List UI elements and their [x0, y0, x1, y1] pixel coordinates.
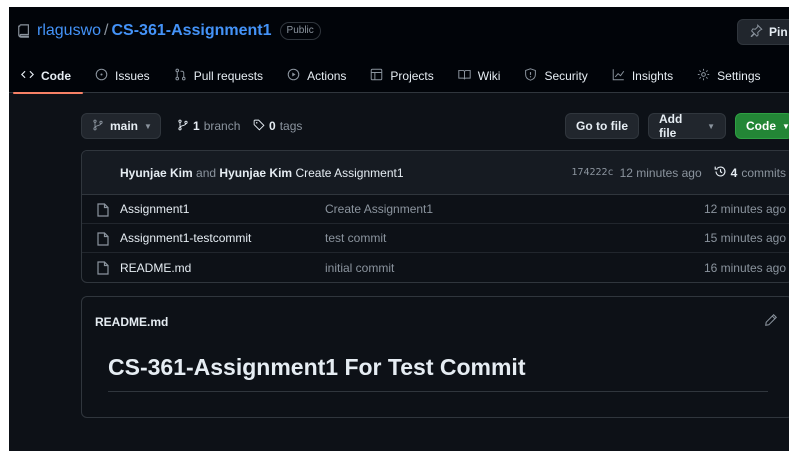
- pin-label: Pin: [769, 25, 788, 39]
- tag-count: 0: [269, 119, 276, 133]
- tag-word: tags: [279, 119, 303, 133]
- commit-message[interactable]: Create Assignment1: [295, 166, 403, 180]
- pin-button[interactable]: Pin: [737, 19, 789, 45]
- tags-link[interactable]: 0 tags: [253, 113, 302, 139]
- tab-code[interactable]: Code: [9, 59, 83, 94]
- gear-icon: [697, 68, 710, 84]
- file-commit-message[interactable]: initial commit: [325, 261, 394, 275]
- go-to-file-button[interactable]: Go to file: [565, 113, 639, 139]
- file-commit-message[interactable]: Create Assignment1: [325, 202, 433, 216]
- commit-time: 12 minutes ago: [619, 165, 702, 180]
- tab-projects[interactable]: Projects: [358, 59, 445, 93]
- branch-icon: [92, 119, 104, 134]
- commits-history-link[interactable]: 4 commits: [714, 165, 786, 181]
- history-icon: [714, 165, 727, 181]
- pull-request-icon: [174, 68, 187, 84]
- commit-sha[interactable]: 174222c: [571, 167, 613, 178]
- repo-tabs: Code Issues Pull requests Actions Projec…: [9, 59, 773, 94]
- book-icon: [458, 68, 471, 84]
- tab-pull-requests[interactable]: Pull requests: [162, 59, 275, 93]
- code-button[interactable]: Code ▼: [735, 113, 789, 139]
- file-list: Hyunjae Kim and Hyunjae Kim Create Assig…: [81, 150, 789, 283]
- repo-header: rlaguswo / CS-361-Assignment1 Public Pin…: [9, 7, 789, 94]
- file-name-link[interactable]: Assignment1-testcommit: [120, 231, 251, 245]
- tab-actions[interactable]: Actions: [275, 59, 358, 93]
- commit-coauthor[interactable]: Hyunjae Kim: [219, 166, 292, 180]
- github-window: rlaguswo / CS-361-Assignment1 Public Pin…: [9, 7, 789, 451]
- visibility-badge: Public: [279, 22, 321, 40]
- branch-word: branch: [203, 119, 241, 133]
- file-row[interactable]: Assignment1 Create Assignment1 12 minute…: [82, 195, 789, 224]
- chevron-down-icon: ▼: [144, 121, 152, 131]
- file-icon: [97, 203, 109, 217]
- readme-panel: README.md CS-361-Assignment1 For Test Co…: [81, 296, 789, 418]
- tab-label: Wiki: [477, 69, 501, 83]
- file-icon: [97, 261, 109, 275]
- tab-label: Code: [41, 69, 71, 83]
- play-icon: [287, 68, 300, 84]
- commit-author[interactable]: Hyunjae Kim: [120, 166, 193, 180]
- tab-issues[interactable]: Issues: [83, 59, 162, 93]
- pencil-icon[interactable]: [764, 313, 778, 327]
- tab-label: Settings: [717, 69, 761, 83]
- file-row[interactable]: Assignment1-testcommit test commit 15 mi…: [82, 224, 789, 253]
- chevron-down-icon: ▼: [707, 121, 715, 131]
- file-commit-time: 12 minutes ago: [703, 202, 786, 216]
- tab-label: Projects: [390, 69, 434, 83]
- commit-and: and: [196, 165, 217, 180]
- file-commit-time: 16 minutes ago: [703, 260, 786, 275]
- table-icon: [370, 68, 383, 84]
- issue-icon: [95, 68, 108, 84]
- commit-count: 4: [730, 165, 738, 180]
- tab-settings[interactable]: Settings: [685, 59, 772, 93]
- repo-owner-link[interactable]: rlaguswo: [37, 22, 101, 40]
- branch-select[interactable]: main ▼: [81, 113, 161, 139]
- tab-label: Security: [544, 69, 588, 83]
- tag-icon: [253, 119, 265, 134]
- branches-link[interactable]: 1 branch: [177, 113, 240, 139]
- tab-label: Insights: [631, 69, 674, 83]
- tab-label: Issues: [115, 69, 150, 83]
- file-icon: [97, 232, 109, 246]
- tab-security[interactable]: Security: [512, 59, 599, 93]
- tab-label: Actions: [307, 69, 347, 83]
- branch-count: 1: [193, 119, 200, 133]
- file-commit-time: 15 minutes ago: [703, 231, 786, 245]
- file-name-link[interactable]: README.md: [120, 261, 191, 275]
- repo-separator: /: [104, 22, 109, 39]
- commit-meta: 174222c 12 minutes ago 4 commits: [571, 165, 786, 181]
- commit-summary: Hyunjae Kim and Hyunjae Kim Create Assig…: [120, 166, 404, 180]
- chevron-down-icon: ▼: [782, 121, 789, 131]
- tab-insights[interactable]: Insights: [600, 59, 685, 93]
- latest-commit-bar: Hyunjae Kim and Hyunjae Kim Create Assig…: [82, 151, 789, 195]
- readme-filename[interactable]: README.md: [95, 315, 168, 329]
- repo-icon: [17, 24, 31, 38]
- readme-heading: CS-361-Assignment1 For Test Commit: [108, 354, 768, 392]
- shield-icon: [524, 68, 537, 84]
- branch-name: main: [110, 119, 139, 133]
- file-commit-message[interactable]: test commit: [325, 231, 386, 245]
- repo-title-line: rlaguswo / CS-361-Assignment1 Public: [17, 20, 321, 42]
- file-toolbar: main ▼ 1 branch 0 tags Go to file Add fi…: [81, 112, 789, 140]
- branch-icon: [177, 119, 189, 134]
- graph-icon: [612, 68, 625, 84]
- commit-word: commits: [741, 165, 786, 180]
- code-button-label: Code: [746, 119, 776, 133]
- pin-icon: [750, 24, 763, 40]
- tab-wiki[interactable]: Wiki: [446, 59, 513, 93]
- tab-label: Pull requests: [193, 69, 264, 83]
- file-row[interactable]: README.md initial commit 16 minutes ago: [82, 253, 789, 282]
- file-name-link[interactable]: Assignment1: [120, 202, 189, 216]
- code-icon: [20, 68, 35, 84]
- repo-name-link[interactable]: CS-361-Assignment1: [111, 22, 271, 40]
- add-file-label: Add file: [659, 112, 683, 140]
- add-file-button[interactable]: Add file ▼: [648, 112, 726, 140]
